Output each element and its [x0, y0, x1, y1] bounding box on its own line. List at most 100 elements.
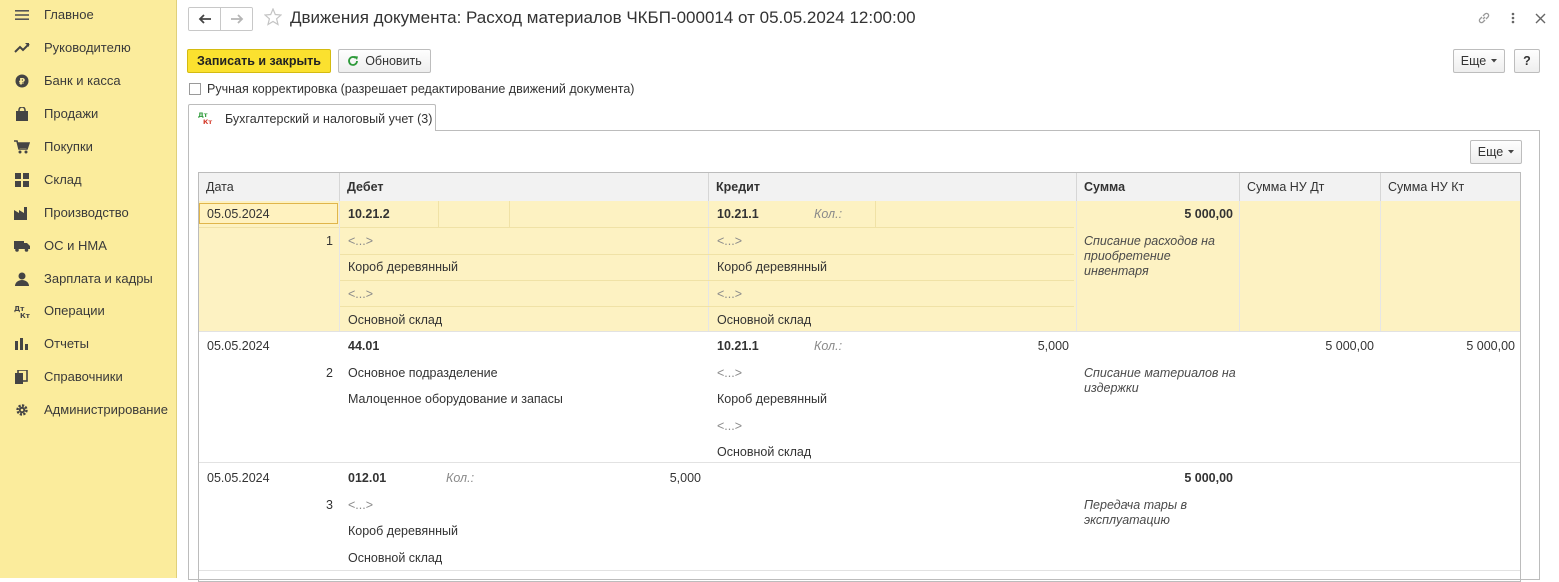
sidebar-item-fixed-assets[interactable]: ОС и НМА	[0, 229, 176, 262]
column-header-sum-nu-dt[interactable]: Сумма НУ Дт	[1240, 173, 1381, 201]
debit-subconto: Основное подразделение	[348, 366, 498, 380]
trend-icon	[14, 40, 30, 56]
link-icon[interactable]	[1476, 10, 1492, 26]
books-icon	[14, 369, 30, 385]
dt-kt-icon: ДтКт	[198, 111, 212, 125]
back-button[interactable]	[189, 8, 220, 30]
postings-table[interactable]: Дата Дебет Кредит Сумма Сумма НУ Дт Сумм…	[198, 172, 1521, 582]
sidebar-item-production[interactable]: Производство	[0, 196, 176, 229]
ruble-icon: ₽	[14, 73, 30, 89]
column-header-sum-nu-kt[interactable]: Сумма НУ Кт	[1381, 173, 1520, 201]
sidebar-item-label: Операции	[44, 303, 105, 318]
sidebar-item-label: Главное	[44, 7, 94, 22]
tab-accounting[interactable]: Дт Кт Бухгалтерский и налоговый учет (3)	[188, 104, 436, 131]
credit-qty-label: Кол.:	[814, 207, 843, 221]
description-line: эксплуатацию	[1084, 513, 1170, 527]
description-line: Списание материалов на	[1084, 366, 1236, 380]
debit-account: 10.21.2	[348, 207, 390, 221]
truck-icon	[14, 238, 30, 254]
arrow-right-icon	[230, 14, 243, 24]
column-header-debit[interactable]: Дебет	[340, 173, 709, 201]
sidebar-item-admin[interactable]: Администрирование	[0, 393, 176, 426]
sidebar-item-label: Банк и касса	[44, 73, 121, 88]
credit-subconto: <...>	[717, 419, 743, 433]
star-icon[interactable]	[264, 8, 282, 26]
gear-icon	[14, 402, 30, 418]
tab-label: Бухгалтерский и налоговый учет (3)	[225, 112, 433, 126]
more-button[interactable]: Еще	[1453, 49, 1505, 73]
debit-subconto: <...>	[348, 234, 374, 248]
arrow-left-icon	[198, 14, 211, 24]
refresh-button[interactable]: Обновить	[338, 49, 431, 73]
column-header-sum[interactable]: Сумма	[1077, 173, 1240, 201]
row-number: 3	[326, 498, 333, 512]
row-number: 2	[326, 366, 333, 380]
factory-icon	[14, 205, 30, 221]
dt-kt-icon: ДтКт	[14, 303, 30, 319]
manual-correction-label[interactable]: Ручная корректировка (разрешает редактир…	[207, 82, 634, 96]
history-nav	[188, 7, 253, 31]
credit-qty-label: Кол.:	[814, 339, 843, 353]
sidebar-item-main[interactable]: Главное	[0, 0, 176, 31]
manual-correction-checkbox[interactable]	[189, 83, 201, 95]
sidebar-item-purchases[interactable]: Покупки	[0, 130, 176, 163]
credit-subconto: Короб деревянный	[717, 392, 827, 406]
row-date: 05.05.2024	[207, 207, 270, 221]
bar-chart-icon	[14, 336, 30, 352]
warehouse-icon	[14, 172, 30, 188]
sidebar-item-label: Администрирование	[44, 402, 168, 417]
chevron-down-icon	[1491, 59, 1498, 63]
sum-value: 5 000,00	[1184, 207, 1233, 221]
column-header-date[interactable]: Дата	[199, 173, 340, 201]
sidebar-item-references[interactable]: Справочники	[0, 360, 176, 393]
sidebar-item-label: Справочники	[44, 369, 123, 384]
sidebar-item-bank[interactable]: ₽ Банк и касса	[0, 64, 176, 97]
sidebar-item-salary[interactable]: Зарплата и кадры	[0, 262, 176, 295]
sidebar-item-label: Производство	[44, 205, 129, 220]
credit-subconto: <...>	[717, 366, 743, 380]
debit-subconto: Малоценное оборудование и запасы	[348, 392, 563, 406]
sidebar-item-warehouse[interactable]: Склад	[0, 163, 176, 196]
more-label: Еще	[1477, 145, 1504, 159]
sidebar-item-reports[interactable]: Отчеты	[0, 327, 176, 360]
credit-subconto: Основной склад	[717, 313, 812, 327]
credit-qty: 5,000	[1037, 339, 1069, 353]
refresh-icon	[348, 56, 359, 66]
credit-subconto: <...>	[717, 234, 743, 248]
sidebar-item-label: Руководителю	[44, 40, 131, 55]
sidebar-item-manager[interactable]: Руководителю	[0, 31, 176, 64]
table-row[interactable]: 05.05.2024 3 012.01 Кол.: 5,000 <...> Ко…	[199, 463, 1520, 571]
more-vertical-icon[interactable]	[1505, 10, 1521, 26]
sidebar-item-label: ОС и НМА	[44, 238, 107, 253]
row-date: 05.05.2024	[207, 471, 270, 485]
description-line: издержки	[1084, 381, 1139, 395]
person-icon	[14, 271, 30, 287]
debit-subconto: Основной склад	[348, 313, 443, 327]
row-date: 05.05.2024	[207, 339, 270, 353]
cart-icon	[14, 139, 30, 155]
sidebar-item-operations[interactable]: Дт Кт Операции	[0, 294, 176, 327]
table-row[interactable]: 05.05.2024 2 44.01 Основное подразделени…	[199, 332, 1520, 463]
debit-qty-label: Кол.:	[446, 471, 475, 485]
sidebar-item-label: Зарплата и кадры	[44, 271, 153, 286]
sidebar-item-label: Покупки	[44, 139, 93, 154]
sum-nu-dt-value: 5 000,00	[1325, 339, 1374, 353]
forward-button[interactable]	[220, 8, 252, 30]
description-line: приобретение	[1084, 249, 1171, 263]
column-header-credit[interactable]: Кредит	[709, 173, 1077, 201]
credit-account: 10.21.1	[717, 207, 759, 221]
description-line: инвентаря	[1084, 264, 1149, 278]
close-icon[interactable]	[1532, 10, 1548, 26]
svg-text:Кт: Кт	[20, 312, 30, 318]
sum-nu-kt-value: 5 000,00	[1466, 339, 1515, 353]
svg-text:Кт: Кт	[203, 118, 212, 125]
help-button[interactable]: ?	[1514, 49, 1540, 73]
table-row[interactable]: 05.05.2024 1 10.21.2 <...> Короб деревян…	[199, 201, 1520, 332]
description-line: Передача тары в	[1084, 498, 1188, 512]
sidebar-item-label: Отчеты	[44, 336, 89, 351]
sidebar: Главное Руководителю ₽ Банк и касса Прод…	[0, 0, 177, 578]
table-more-button[interactable]: Еще	[1470, 140, 1522, 164]
sidebar-item-sales[interactable]: Продажи	[0, 97, 176, 130]
credit-subconto: <...>	[717, 287, 743, 301]
save-and-close-button[interactable]: Записать и закрыть	[187, 49, 331, 73]
